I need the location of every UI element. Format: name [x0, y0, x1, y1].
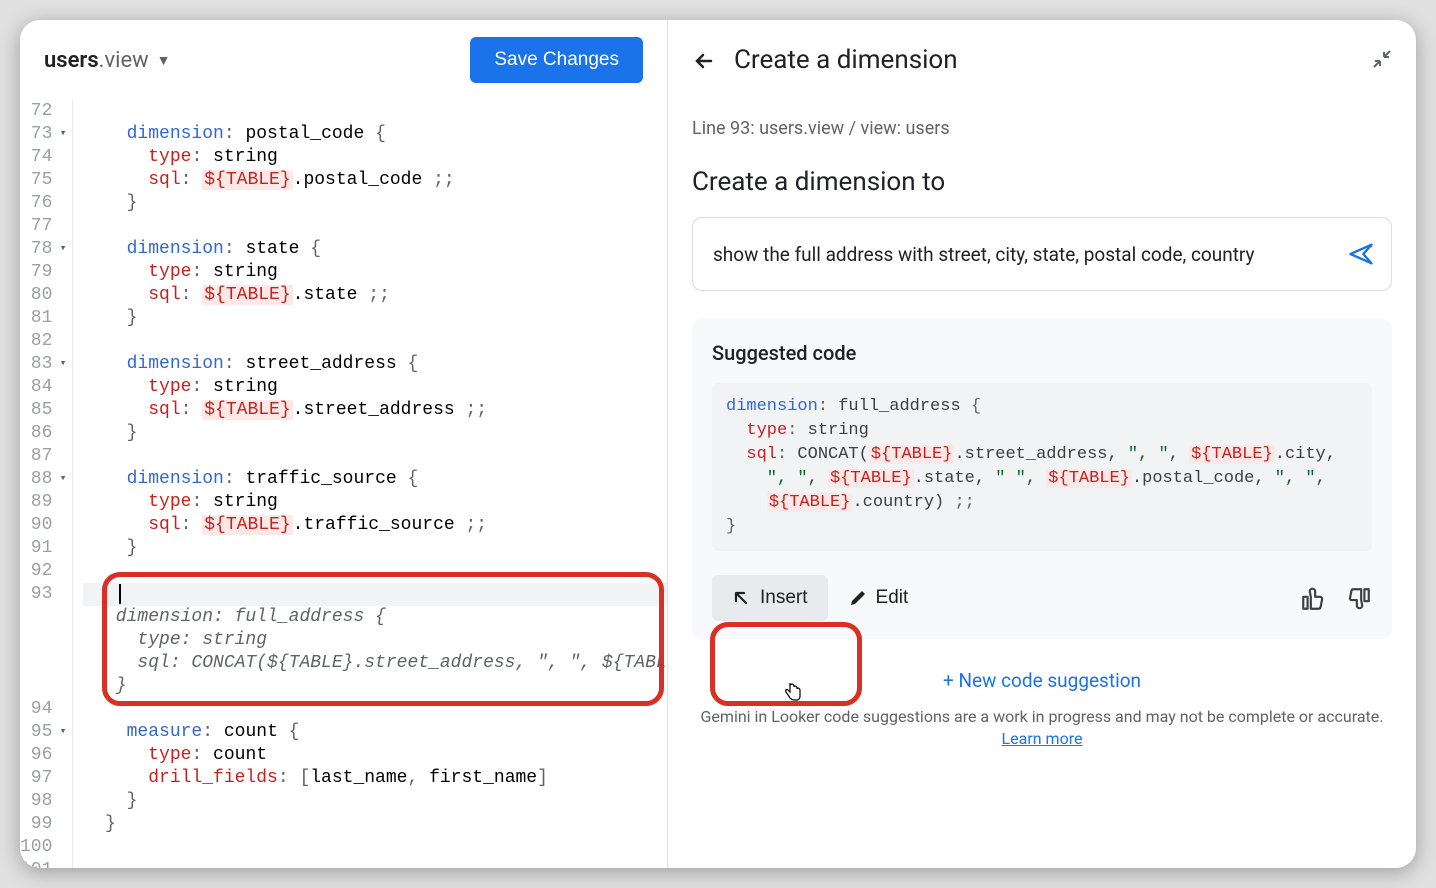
- suggested-code-title: Suggested code: [712, 341, 1372, 365]
- insert-button[interactable]: Insert: [712, 575, 828, 621]
- code-area[interactable]: dimension: postal_code { type: string sq…: [73, 100, 667, 868]
- assistant-pane: Create a dimension Line 93: users.view /…: [668, 20, 1416, 868]
- assistant-header: Create a dimension: [668, 20, 1416, 100]
- breadcrumb: Line 93: users.view / view: users: [692, 118, 1392, 139]
- file-ext: .view: [99, 48, 149, 73]
- editor-pane: users.view ▼ Save Changes 72737475767778…: [20, 20, 668, 868]
- actions-row: Insert Edit: [712, 575, 1372, 621]
- assistant-body: Line 93: users.view / view: users Create…: [668, 100, 1416, 868]
- line-gutter: 7273747576777879808182838485868788899091…: [20, 100, 73, 868]
- new-suggestion-link[interactable]: + New code suggestion: [692, 669, 1392, 692]
- app-window: users.view ▼ Save Changes 72737475767778…: [20, 20, 1416, 868]
- collapse-icon[interactable]: [1372, 46, 1392, 71]
- feedback-buttons: [1300, 584, 1372, 613]
- code-editor[interactable]: 7273747576777879808182838485868788899091…: [20, 100, 667, 868]
- file-name-dropdown[interactable]: users.view ▼: [44, 48, 171, 73]
- editor-header: users.view ▼ Save Changes: [20, 20, 667, 100]
- save-button[interactable]: Save Changes: [470, 37, 643, 83]
- edit-label: Edit: [876, 587, 909, 609]
- disclaimer-text: Gemini in Looker code suggestions are a …: [692, 706, 1392, 750]
- chevron-down-icon: ▼: [157, 52, 171, 69]
- thumbs-down-icon[interactable]: [1346, 584, 1372, 613]
- panel-title: Create a dimension: [734, 45, 958, 75]
- suggested-code-block: dimension: full_address { type: string s…: [712, 383, 1372, 551]
- edit-button[interactable]: Edit: [848, 587, 909, 609]
- learn-more-link[interactable]: Learn more: [1002, 729, 1083, 748]
- prompt-text: show the full address with street, city,…: [713, 243, 1255, 266]
- file-base: users: [44, 48, 99, 73]
- back-arrow-icon[interactable]: [692, 45, 716, 75]
- prompt-input[interactable]: show the full address with street, city,…: [692, 217, 1392, 291]
- insert-label: Insert: [760, 587, 808, 609]
- send-icon[interactable]: [1347, 240, 1375, 268]
- thumbs-up-icon[interactable]: [1300, 584, 1326, 613]
- section-title: Create a dimension to: [692, 167, 1392, 197]
- suggested-code-card: Suggested code dimension: full_address {…: [692, 319, 1392, 639]
